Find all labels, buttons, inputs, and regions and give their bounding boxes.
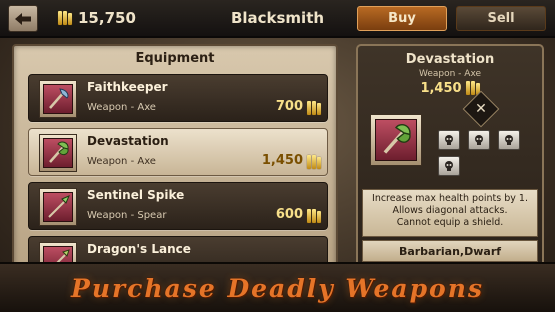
item-price: 600 [275,207,303,222]
item-detail-panel: Devastation Weapon - Axe 1,450 ✕ Increas… [356,44,544,272]
gold-counter: 15,750 [58,9,136,27]
gold-bars-icon [307,100,321,116]
detail-description-box: Increase max health points by 1. Allows … [362,189,538,237]
equipment-item-devastation[interactable]: Devastation Weapon - Axe 1,450 [28,128,328,176]
sell-tab[interactable]: Sell [456,6,546,31]
detail-description: Increase max health points by 1. Allows … [372,193,528,228]
item-name: Dragon's Lance [87,242,191,256]
item-price: 700 [275,99,303,114]
equipment-item-faithkeeper[interactable]: Faithkeeper Weapon - Axe 700 [28,74,328,122]
equipment-header: Equipment [135,51,215,66]
top-bar: 15,750 Blacksmith Buy Sell [0,0,555,38]
detail-price-row: 1,450 [358,80,542,96]
crossed-swords-icon: ✕ [475,101,487,117]
promo-banner-text: Purchase Deadly Weapons [71,274,484,303]
item-type: Weapon - Spear [87,210,167,221]
item-icon-frame [39,188,77,226]
double-axe-icon [49,141,69,163]
skull-icon [438,130,460,150]
item-type: Weapon - Axe [87,156,156,167]
back-arrow-icon [15,12,31,25]
back-button[interactable] [8,5,38,32]
skull-icon [468,130,490,150]
gold-bars-icon [58,10,72,26]
axe-icon [49,88,69,109]
item-name: Devastation [87,134,169,148]
detail-price: 1,450 [420,80,462,96]
detail-item-type: Weapon - Axe [418,69,482,79]
item-name: Sentinel Spike [87,188,185,202]
blacksmith-screen: 15,750 Blacksmith Buy Sell Equipment Fai… [0,0,555,312]
equipment-item-sentinel-spike[interactable]: Sentinel Spike Weapon - Spear 600 [28,182,328,230]
gold-bars-icon [307,154,321,170]
item-icon-frame [39,80,77,118]
gold-bars-icon [307,208,321,224]
detail-item-name: Devastation [405,52,495,67]
gold-value: 15,750 [78,9,136,27]
item-name: Faithkeeper [87,80,168,94]
detail-item-icon-frame [370,114,422,166]
class-badge: ✕ [462,90,500,128]
spear-icon [48,195,70,218]
item-icon-frame [39,134,77,172]
skull-icon [498,130,520,150]
item-price: 1,450 [261,153,303,168]
equipment-panel: Equipment Faithkeeper Weapon - Axe 700 D… [12,44,338,274]
double-axe-icon [383,124,411,154]
buy-tab[interactable]: Buy [357,6,447,31]
promo-banner: Purchase Deadly Weapons [0,262,555,312]
detail-classes: Barbarian,Dwarf [362,240,538,262]
item-type: Weapon - Axe [87,102,156,113]
skull-icon [438,156,460,176]
